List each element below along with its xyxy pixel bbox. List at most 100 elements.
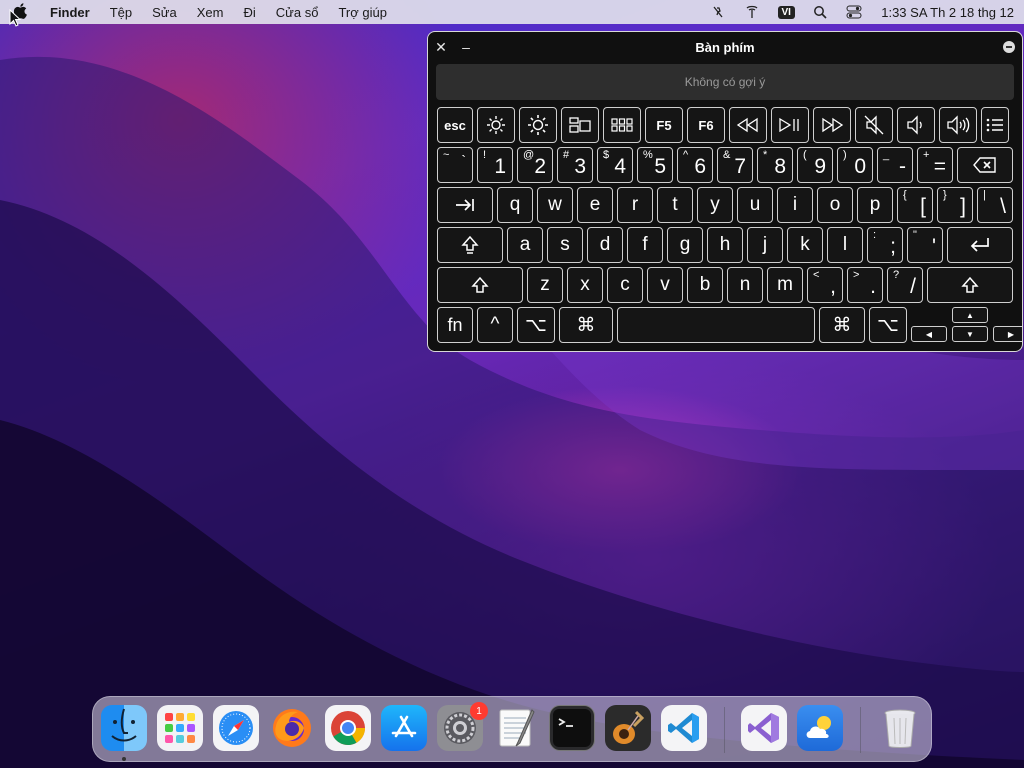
key-f[interactable]: f — [627, 227, 663, 263]
terminal-icon[interactable] — [549, 705, 595, 751]
key-backtick[interactable]: ~ ` — [437, 147, 473, 183]
delete-icon[interactable] — [957, 147, 1013, 183]
key-slash[interactable]: ? / — [887, 267, 923, 303]
option-left-icon[interactable]: ⌥ — [517, 307, 555, 343]
mission-control-icon[interactable] — [561, 107, 599, 143]
shift-right-icon[interactable] — [927, 267, 1013, 303]
menu-file[interactable]: Tệp — [100, 5, 142, 20]
garageband-icon[interactable] — [605, 705, 651, 751]
key-e[interactable]: e — [577, 187, 613, 223]
key-7[interactable]: & 7 — [717, 147, 753, 183]
key-x[interactable]: x — [567, 267, 603, 303]
key-0[interactable]: ) 0 — [837, 147, 873, 183]
weather-icon[interactable] — [797, 705, 843, 751]
key-period[interactable]: >. — [847, 267, 883, 303]
return-icon[interactable] — [947, 227, 1013, 263]
key-c[interactable]: c — [607, 267, 643, 303]
command-right-icon[interactable]: ⌘ — [819, 307, 865, 343]
key-n[interactable]: n — [727, 267, 763, 303]
space-bar[interactable] — [617, 307, 815, 343]
key-y[interactable]: y — [697, 187, 733, 223]
menu-go[interactable]: Đi — [233, 5, 265, 20]
menu-window[interactable]: Cửa sổ — [266, 5, 329, 20]
minimize-icon[interactable]: – — [457, 38, 475, 56]
brightness-up-icon[interactable] — [519, 107, 557, 143]
firefox-icon[interactable] — [269, 705, 315, 751]
key-equals[interactable]: + = — [917, 147, 953, 183]
key-f6[interactable]: F6 — [687, 107, 725, 143]
safari-icon[interactable] — [213, 705, 259, 751]
key-h[interactable]: h — [707, 227, 743, 263]
fast-forward-icon[interactable] — [813, 107, 851, 143]
menu-clock[interactable]: 1:33 SA Th 2 18 thg 12 — [881, 5, 1014, 20]
finder-icon[interactable] — [101, 705, 147, 751]
control-center-icon[interactable] — [837, 5, 871, 19]
slash-icon[interactable] — [701, 5, 735, 19]
key-j[interactable]: j — [747, 227, 783, 263]
more-options-icon[interactable] — [1000, 38, 1018, 56]
key-s[interactable]: s — [547, 227, 583, 263]
key-5[interactable]: % 5 — [637, 147, 673, 183]
key-b[interactable]: b — [687, 267, 723, 303]
key-u[interactable]: u — [737, 187, 773, 223]
chrome-icon[interactable] — [325, 705, 371, 751]
key-a[interactable]: a — [507, 227, 543, 263]
arrow-up-icon[interactable]: ▲ — [952, 307, 988, 323]
key-8[interactable]: * 8 — [757, 147, 793, 183]
key-v[interactable]: v — [647, 267, 683, 303]
list-icon[interactable] — [981, 107, 1009, 143]
key-m[interactable]: m — [767, 267, 803, 303]
key-d[interactable]: d — [587, 227, 623, 263]
key-9[interactable]: (9 — [797, 147, 833, 183]
key-fn[interactable]: fn — [437, 307, 473, 343]
menu-finder[interactable]: Finder — [40, 5, 100, 20]
key-close-bracket[interactable]: }] — [937, 187, 973, 223]
key-l[interactable]: l — [827, 227, 863, 263]
key-semicolon[interactable]: :; — [867, 227, 903, 263]
command-left-icon[interactable]: ⌘ — [559, 307, 613, 343]
key-q[interactable]: q — [497, 187, 533, 223]
vscode-icon[interactable] — [661, 705, 707, 751]
arrow-down-icon[interactable]: ▼ — [952, 326, 988, 342]
key-3[interactable]: #3 — [557, 147, 593, 183]
key-p[interactable]: p — [857, 187, 893, 223]
launchpad-icon[interactable] — [603, 107, 641, 143]
volume-up-icon[interactable] — [939, 107, 977, 143]
play-pause-icon[interactable] — [771, 107, 809, 143]
key-minus[interactable]: _ - — [877, 147, 913, 183]
key-o[interactable]: o — [817, 187, 853, 223]
key-quote[interactable]: " ' — [907, 227, 943, 263]
key-i[interactable]: i — [777, 187, 813, 223]
key-esc[interactable]: esc — [437, 107, 473, 143]
trash-icon[interactable] — [877, 705, 923, 751]
volume-down-icon[interactable] — [897, 107, 935, 143]
textedit-icon[interactable] — [493, 705, 539, 751]
mute-icon[interactable] — [855, 107, 893, 143]
key-f5[interactable]: F5 — [645, 107, 683, 143]
option-right-icon[interactable]: ⌥ — [869, 307, 907, 343]
visual-studio-icon[interactable] — [741, 705, 787, 751]
arrow-right-icon[interactable]: ▶ — [993, 326, 1022, 342]
brightness-down-icon[interactable] — [477, 107, 515, 143]
key-1[interactable]: ! 1 — [477, 147, 513, 183]
control-icon[interactable]: ^ — [477, 307, 513, 343]
shift-left-icon[interactable] — [437, 267, 523, 303]
antenna-icon[interactable] — [735, 5, 769, 19]
key-r[interactable]: r — [617, 187, 653, 223]
menu-help[interactable]: Trợ giúp — [328, 5, 397, 20]
rewind-icon[interactable] — [729, 107, 767, 143]
key-g[interactable]: g — [667, 227, 703, 263]
key-z[interactable]: z — [527, 267, 563, 303]
key-open-bracket[interactable]: {[ — [897, 187, 933, 223]
key-k[interactable]: k — [787, 227, 823, 263]
key-comma[interactable]: <, — [807, 267, 843, 303]
launchpad-icon[interactable] — [157, 705, 203, 751]
key-6[interactable]: ^ 6 — [677, 147, 713, 183]
key-t[interactable]: t — [657, 187, 693, 223]
key-w[interactable]: w — [537, 187, 573, 223]
system-settings-icon[interactable]: 1 — [437, 702, 488, 751]
close-icon[interactable]: ✕ — [432, 38, 450, 56]
caps-lock-icon[interactable] — [437, 227, 503, 263]
app-store-icon[interactable] — [381, 705, 427, 751]
key-2[interactable]: @2 — [517, 147, 553, 183]
